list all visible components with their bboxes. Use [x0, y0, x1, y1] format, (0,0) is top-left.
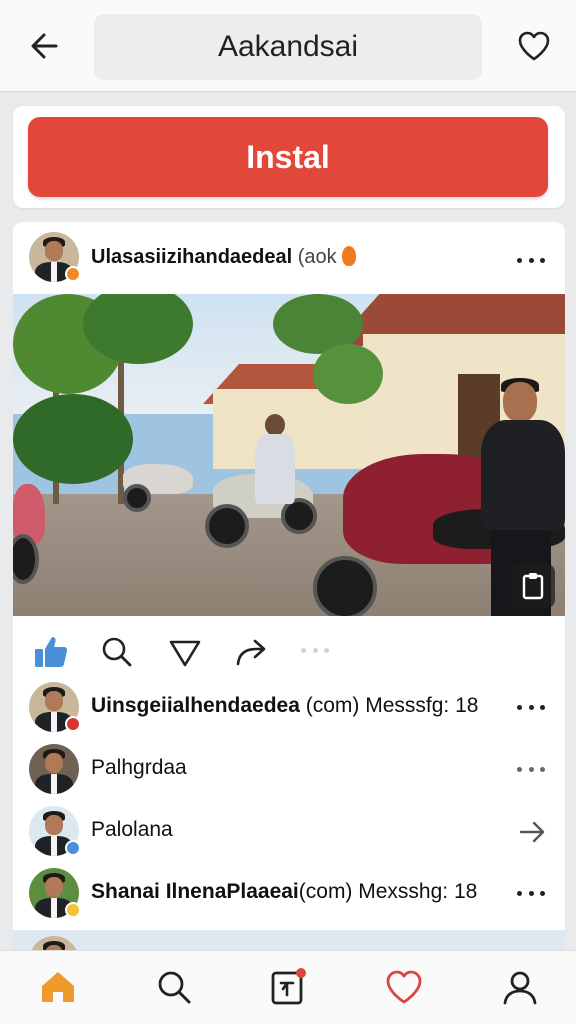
carousel-indicator [301, 648, 329, 656]
post-username-text: Ulasasiizihandaedeal [91, 246, 293, 268]
heart-outline-icon[interactable] [167, 634, 203, 670]
arrow-right-icon[interactable] [517, 816, 549, 848]
comment-row[interactable]: Shanai IlnenaPlaaeai(com) Mexsshg: 18 [13, 862, 565, 924]
comment-row[interactable]: Palhgrdaa [13, 738, 565, 800]
avatar[interactable] [29, 744, 79, 794]
verified-badge-icon [65, 266, 81, 282]
comment-text: Shanai IlnenaPlaaeai(com) Mexsshg: 18 [91, 880, 477, 904]
more-options-icon[interactable] [517, 703, 545, 711]
create-post-icon[interactable] [268, 967, 308, 1007]
post-photo[interactable] [13, 294, 565, 616]
more-options-icon[interactable] [517, 765, 545, 773]
share-arrow-icon[interactable] [233, 634, 269, 670]
search-icon[interactable] [154, 967, 194, 1007]
more-options-icon[interactable] [517, 256, 545, 264]
fire-icon [342, 246, 357, 266]
clipboard-icon[interactable] [511, 564, 555, 608]
comment-row[interactable]: Palolana [13, 800, 565, 862]
profile-icon[interactable] [500, 967, 540, 1007]
post-username[interactable]: Ulasasiizihandaedeal (aok [91, 246, 357, 269]
comment-row[interactable]: Uinsgeiialhendaedea (com) Messsfg: 18 [13, 676, 565, 738]
post-card: Ulasasiizihandaedeal (aok Uinsgeiialhend… [13, 222, 565, 962]
like-icon[interactable] [33, 634, 69, 670]
home-icon[interactable] [38, 967, 78, 1007]
comment-body: (com) Mexsshg: 18 [298, 880, 478, 903]
install-button[interactable]: Instal [28, 117, 548, 197]
comment-author: Uinsgeiialhendaedea [91, 694, 300, 717]
page-title[interactable]: Aakandsai [94, 14, 482, 80]
comment-body: Palolana [91, 818, 173, 841]
top-bar: Aakandsai [0, 0, 576, 92]
bottom-navigation [0, 950, 576, 1024]
badge-icon [65, 716, 81, 732]
comment-body: Palhgrdaa [91, 756, 187, 779]
comment-text: Palolana [91, 818, 173, 842]
post-header: Ulasasiizihandaedeal (aok [13, 222, 565, 294]
more-options-icon[interactable] [517, 889, 545, 897]
post-username-suffix: (aok [297, 246, 337, 268]
comment-text: Palhgrdaa [91, 756, 187, 780]
search-icon[interactable] [99, 634, 135, 670]
comment-text: Uinsgeiialhendaedea (com) Messsfg: 18 [91, 694, 478, 718]
comment-body: (com) Messsfg: 18 [305, 694, 479, 717]
install-card: Instal [13, 106, 565, 208]
badge-icon [65, 840, 81, 856]
badge-icon [65, 902, 81, 918]
heart-outline-icon[interactable] [516, 28, 552, 64]
comment-author: Shanai IlnenaPlaaeai [91, 880, 299, 903]
heart-outline-icon[interactable] [384, 967, 424, 1007]
arrow-left-icon[interactable] [26, 26, 66, 66]
